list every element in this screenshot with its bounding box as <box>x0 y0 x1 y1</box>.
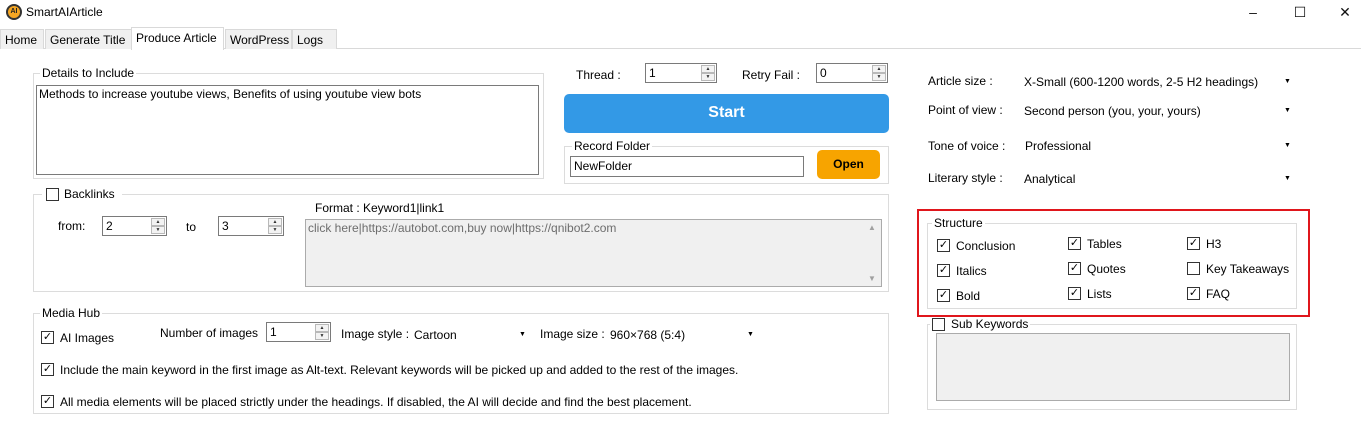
minimize-button[interactable]: – <box>1230 0 1276 24</box>
record-folder-legend: Record Folder <box>572 139 653 153</box>
record-folder-input[interactable]: NewFolder <box>570 156 804 177</box>
image-size-label: Image size : <box>540 327 605 341</box>
num-images-label: Number of images <box>160 326 259 340</box>
window-title: SmartAIArticle <box>26 5 103 19</box>
thread-spinner[interactable]: 1 ▲ ▼ <box>645 63 717 83</box>
format-label: Format : Keyword1|link1 <box>315 201 445 215</box>
scroll-up-icon[interactable]: ▲ <box>868 223 876 232</box>
to-label: to <box>186 220 197 234</box>
lists-label: Lists <box>1087 287 1112 301</box>
spin-up-icon[interactable]: ▲ <box>268 218 282 226</box>
faq-checkbox[interactable]: ✓ <box>1187 287 1200 300</box>
backlinks-textarea[interactable]: click here|https://autobot.com,buy now|h… <box>305 219 882 287</box>
tab-generate-title[interactable]: Generate Title <box>45 29 132 49</box>
title-bar: AI SmartAIArticle – ☐ ✕ <box>0 0 1361 28</box>
spin-up-icon[interactable]: ▲ <box>872 65 886 73</box>
faq-label: FAQ <box>1206 287 1231 301</box>
key-takeaways-checkbox[interactable] <box>1187 262 1200 275</box>
chevron-down-icon[interactable]: ▼ <box>1284 78 1291 85</box>
num-images-value: 1 <box>270 325 277 339</box>
tone-select[interactable]: Professional <box>1025 139 1091 153</box>
tab-home[interactable]: Home <box>0 29 44 49</box>
spin-up-icon[interactable]: ▲ <box>151 218 165 226</box>
image-size-select[interactable]: 960×768 (5:4) <box>610 328 685 342</box>
retry-label: Retry Fail : <box>742 68 801 82</box>
sub-keywords-checkbox[interactable] <box>932 318 945 331</box>
bold-label: Bold <box>956 289 981 303</box>
italics-label: Italics <box>956 264 987 278</box>
alt-text-label: Include the main keyword in the first im… <box>60 363 739 377</box>
scroll-down-icon[interactable]: ▼ <box>868 274 876 283</box>
media-hub-legend: Media Hub <box>40 306 103 320</box>
spin-up-icon[interactable]: ▲ <box>701 65 715 73</box>
h3-checkbox[interactable]: ✓ <box>1187 237 1200 250</box>
literary-style-select[interactable]: Analytical <box>1024 172 1075 186</box>
placement-label: All media elements will be placed strict… <box>60 395 692 409</box>
bold-checkbox[interactable]: ✓ <box>937 289 950 302</box>
tab-produce-article[interactable]: Produce Article <box>131 27 224 50</box>
conclusion-checkbox[interactable]: ✓ <box>937 239 950 252</box>
from-value: 2 <box>106 219 113 233</box>
close-button[interactable]: ✕ <box>1322 0 1361 24</box>
chevron-down-icon[interactable]: ▼ <box>747 331 754 338</box>
ai-images-label: AI Images <box>60 331 115 345</box>
tone-label: Tone of voice : <box>928 139 1006 153</box>
chevron-down-icon[interactable]: ▼ <box>519 331 526 338</box>
tables-label: Tables <box>1087 237 1122 251</box>
chevron-down-icon[interactable]: ▼ <box>1284 142 1291 149</box>
quotes-label: Quotes <box>1087 262 1126 276</box>
placement-checkbox[interactable]: ✓ <box>41 395 54 408</box>
point-of-view-select[interactable]: Second person (you, your, yours) <box>1024 104 1201 118</box>
spin-down-icon[interactable]: ▼ <box>872 73 886 81</box>
quotes-checkbox[interactable]: ✓ <box>1068 262 1081 275</box>
spin-down-icon[interactable]: ▼ <box>268 226 282 234</box>
to-spinner[interactable]: 3 ▲ ▼ <box>218 216 284 236</box>
lists-checkbox[interactable]: ✓ <box>1068 287 1081 300</box>
maximize-button[interactable]: ☐ <box>1277 0 1323 24</box>
tab-logs[interactable]: Logs <box>292 29 337 49</box>
structure-legend: Structure <box>932 216 985 230</box>
italics-checkbox[interactable]: ✓ <box>937 264 950 277</box>
h3-label: H3 <box>1206 237 1222 251</box>
spin-up-icon[interactable]: ▲ <box>315 324 329 332</box>
article-size-select[interactable]: X-Small (600-1200 words, 2-5 H2 headings… <box>1024 75 1258 89</box>
from-label: from: <box>58 219 86 233</box>
spin-down-icon[interactable]: ▼ <box>315 332 329 340</box>
start-button[interactable]: Start <box>564 94 889 133</box>
retry-value: 0 <box>820 66 827 80</box>
key-takeaways-label: Key Takeaways <box>1206 262 1290 276</box>
sub-keywords-label: Sub Keywords <box>951 317 1029 331</box>
details-textarea[interactable]: Methods to increase youtube views, Benef… <box>36 85 539 175</box>
app-logo-icon: AI <box>6 4 22 20</box>
image-style-label: Image style : <box>341 327 410 341</box>
thread-label: Thread : <box>576 68 621 82</box>
article-size-label: Article size : <box>928 74 993 88</box>
image-style-select[interactable]: Cartoon <box>414 328 457 342</box>
backlinks-label: Backlinks <box>64 187 115 201</box>
point-of-view-label: Point of view : <box>928 103 1003 117</box>
literary-style-label: Literary style : <box>928 171 1003 185</box>
ai-images-checkbox[interactable]: ✓ <box>41 331 54 344</box>
retry-spinner[interactable]: 0 ▲ ▼ <box>816 63 888 83</box>
sub-keywords-textarea[interactable] <box>936 333 1290 401</box>
thread-value: 1 <box>649 66 656 80</box>
num-images-spinner[interactable]: 1 ▲ ▼ <box>266 322 331 342</box>
chevron-down-icon[interactable]: ▼ <box>1284 107 1291 114</box>
to-value: 3 <box>222 219 229 233</box>
spin-down-icon[interactable]: ▼ <box>701 73 715 81</box>
tab-wordpress[interactable]: WordPress <box>225 29 292 49</box>
spin-down-icon[interactable]: ▼ <box>151 226 165 234</box>
backlinks-checkbox[interactable] <box>46 188 59 201</box>
details-legend: Details to Include <box>40 66 137 80</box>
alt-text-checkbox[interactable]: ✓ <box>41 363 54 376</box>
conclusion-label: Conclusion <box>956 239 1016 253</box>
from-spinner[interactable]: 2 ▲ ▼ <box>102 216 167 236</box>
open-button[interactable]: Open <box>817 150 880 179</box>
tables-checkbox[interactable]: ✓ <box>1068 237 1081 250</box>
chevron-down-icon[interactable]: ▼ <box>1284 175 1291 182</box>
tab-strip: Home Generate Title Produce Article Word… <box>0 27 1361 50</box>
